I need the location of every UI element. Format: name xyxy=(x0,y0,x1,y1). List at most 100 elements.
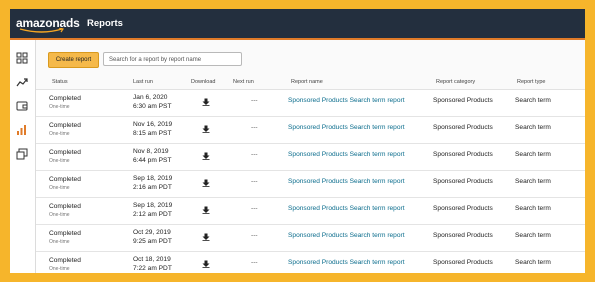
report-name-link[interactable]: Sponsored Products Search term report xyxy=(288,232,405,239)
last-run-time: 7:22 am PDT xyxy=(133,264,172,272)
report-type-text: Search term xyxy=(515,178,551,185)
report-category-text: Sponsored Products xyxy=(433,97,493,104)
status-text: Completed xyxy=(49,95,81,102)
report-type-text: Search term xyxy=(515,232,551,239)
last-run-cell: Sep 18, 2019 2:16 am PDT xyxy=(133,175,172,192)
download-icon[interactable] xyxy=(202,152,210,160)
report-type-text: Search term xyxy=(515,97,551,104)
smile-arrow-icon xyxy=(19,28,64,33)
search-input[interactable]: Search for a report by report name xyxy=(103,52,242,66)
app-window: amazonads Reports Create report Search f… xyxy=(10,9,585,273)
download-icon[interactable] xyxy=(202,206,210,214)
frequency-text: One-time xyxy=(49,104,70,110)
table-row: Completed One-time Nov 8, 2019 6:44 pm PS… xyxy=(36,144,585,171)
report-category-text: Sponsored Products xyxy=(433,232,493,239)
page-title: Reports xyxy=(87,18,123,29)
status-text: Completed xyxy=(49,230,81,237)
column-report-category[interactable]: Report category xyxy=(436,79,475,85)
last-run-date: Oct 18, 2019 xyxy=(133,256,171,263)
report-category-text: Sponsored Products xyxy=(433,151,493,158)
frequency-text: One-time xyxy=(49,212,70,218)
last-run-date: Oct 29, 2019 xyxy=(133,229,171,236)
frequency-text: One-time xyxy=(49,239,70,245)
column-report-name[interactable]: Report name xyxy=(291,79,323,85)
column-report-type[interactable]: Report type xyxy=(517,79,545,85)
report-name-link[interactable]: Sponsored Products Search term report xyxy=(288,259,405,266)
download-icon[interactable] xyxy=(202,233,210,241)
last-run-date: Nov 8, 2019 xyxy=(133,148,169,155)
report-name-link[interactable]: Sponsored Products Search term report xyxy=(288,178,405,185)
next-run-text: --- xyxy=(251,97,258,104)
last-run-cell: Nov 8, 2019 6:44 pm PST xyxy=(133,148,171,165)
trend-icon[interactable] xyxy=(15,75,29,89)
report-category-text: Sponsored Products xyxy=(433,259,493,266)
table-row: Completed One-time Sep 18, 2019 2:16 am P… xyxy=(36,171,585,198)
status-text: Completed xyxy=(49,176,81,183)
last-run-cell: Oct 29, 2019 9:25 am PDT xyxy=(133,229,172,246)
frequency-text: One-time xyxy=(49,266,70,272)
next-run-text: --- xyxy=(251,205,258,212)
status-text: Completed xyxy=(49,149,81,156)
report-category-text: Sponsored Products xyxy=(433,178,493,185)
report-name-link[interactable]: Sponsored Products Search term report xyxy=(288,97,405,104)
download-icon[interactable] xyxy=(202,125,210,133)
next-run-text: --- xyxy=(251,178,258,185)
status-text: Completed xyxy=(49,122,81,129)
status-text: Completed xyxy=(49,203,81,210)
report-category-text: Sponsored Products xyxy=(433,124,493,131)
table-row: Completed One-time Jan 6, 2020 6:30 am PS… xyxy=(36,90,585,117)
download-icon[interactable] xyxy=(202,260,210,268)
download-icon[interactable] xyxy=(202,179,210,187)
frequency-text: One-time xyxy=(49,158,70,164)
column-last-run[interactable]: Last run xyxy=(133,79,153,85)
reports-icon[interactable] xyxy=(15,123,29,137)
next-run-text: --- xyxy=(251,259,258,266)
wallet-icon[interactable] xyxy=(15,99,29,113)
last-run-time: 2:12 am PDT xyxy=(133,210,172,218)
last-run-time: 8:15 am PST xyxy=(133,129,172,137)
last-run-date: Nov 16, 2019 xyxy=(133,121,173,128)
reports-table: Status Last run Download Next run Report… xyxy=(36,76,585,273)
top-navigation-bar: amazonads Reports xyxy=(10,9,585,40)
reports-content: Create report Search for a report by rep… xyxy=(36,40,585,273)
last-run-date: Sep 18, 2019 xyxy=(133,202,173,209)
column-status[interactable]: Status xyxy=(52,79,68,85)
next-run-text: --- xyxy=(251,124,258,131)
frequency-text: One-time xyxy=(49,131,70,137)
table-row: Completed One-time Oct 29, 2019 9:25 am P… xyxy=(36,225,585,252)
report-type-text: Search term xyxy=(515,205,551,212)
last-run-time: 6:30 am PST xyxy=(133,102,172,110)
table-row: Completed One-time Oct 18, 2019 7:22 am P… xyxy=(36,252,585,273)
report-name-link[interactable]: Sponsored Products Search term report xyxy=(288,205,405,212)
create-report-button[interactable]: Create report xyxy=(48,52,99,68)
last-run-cell: Nov 16, 2019 8:15 am PST xyxy=(133,121,172,138)
table-row: Completed One-time Sep 18, 2019 2:12 am P… xyxy=(36,198,585,225)
dashboard-icon[interactable] xyxy=(15,51,29,65)
last-run-cell: Sep 18, 2019 2:12 am PDT xyxy=(133,202,172,219)
report-name-link[interactable]: Sponsored Products Search term report xyxy=(288,151,405,158)
report-category-text: Sponsored Products xyxy=(433,205,493,212)
amazon-ads-logo[interactable]: amazonads xyxy=(16,16,80,33)
report-type-text: Search term xyxy=(515,124,551,131)
last-run-date: Jan 6, 2020 xyxy=(133,94,168,101)
frequency-text: One-time xyxy=(49,185,70,191)
report-type-text: Search term xyxy=(515,259,551,266)
report-type-text: Search term xyxy=(515,151,551,158)
report-name-link[interactable]: Sponsored Products Search term report xyxy=(288,124,405,131)
last-run-time: 6:44 pm PST xyxy=(133,156,172,164)
last-run-date: Sep 18, 2019 xyxy=(133,175,173,182)
last-run-time: 2:16 am PDT xyxy=(133,183,172,191)
next-run-text: --- xyxy=(251,232,258,239)
last-run-cell: Oct 18, 2019 7:22 am PDT xyxy=(133,256,172,273)
last-run-time: 9:25 am PDT xyxy=(133,237,172,245)
table-header: Status Last run Download Next run Report… xyxy=(36,76,585,90)
status-text: Completed xyxy=(49,257,81,264)
column-download: Download xyxy=(191,79,216,85)
table-row: Completed One-time Nov 16, 2019 8:15 am P… xyxy=(36,117,585,144)
gallery-icon[interactable] xyxy=(15,147,29,161)
column-next-run[interactable]: Next run xyxy=(233,79,254,85)
left-sidebar xyxy=(10,40,36,273)
download-icon[interactable] xyxy=(202,98,210,106)
next-run-text: --- xyxy=(251,151,258,158)
last-run-cell: Jan 6, 2020 6:30 am PST xyxy=(133,94,171,111)
